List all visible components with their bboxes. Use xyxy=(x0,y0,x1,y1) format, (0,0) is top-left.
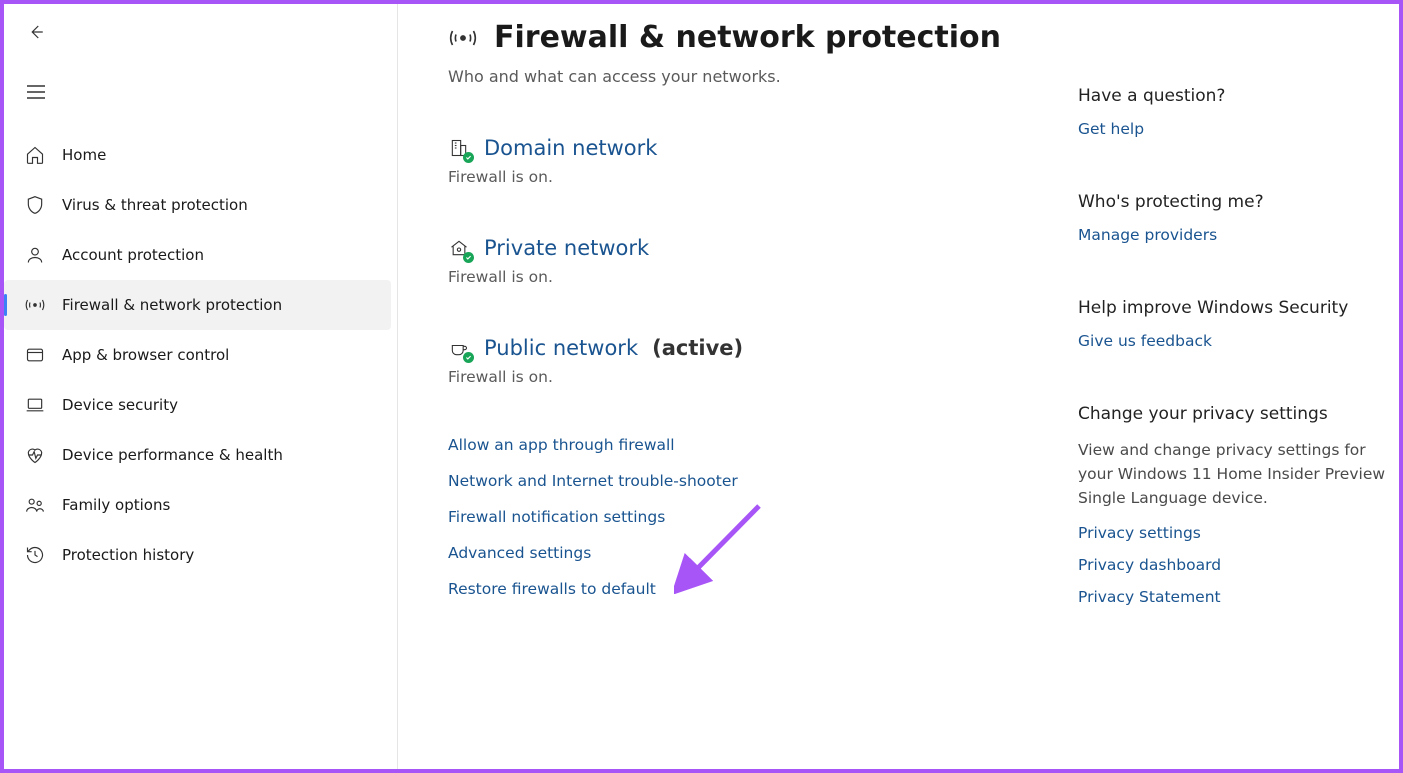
rail-question-title: Have a question? xyxy=(1078,86,1388,106)
main-content: Firewall & network protection Who and wh… xyxy=(448,20,1068,769)
restore-defaults-link[interactable]: Restore firewalls to default xyxy=(448,580,1068,598)
domain-network-link[interactable]: Domain network xyxy=(484,136,657,160)
signal-icon xyxy=(448,23,478,53)
network-domain: Domain network Firewall is on. xyxy=(448,136,1068,186)
action-links: Allow an app through firewall Network an… xyxy=(448,436,1068,598)
people-icon xyxy=(24,494,46,516)
sidebar-item-label: Virus & threat protection xyxy=(62,196,248,214)
domain-network-status: Firewall is on. xyxy=(448,168,1068,186)
public-network-status: Firewall is on. xyxy=(448,368,1068,386)
private-network-link[interactable]: Private network xyxy=(484,236,649,260)
home-icon xyxy=(24,144,46,166)
right-rail: Have a question? Get help Who's protecti… xyxy=(1068,20,1388,769)
sidebar-item-label: Protection history xyxy=(62,546,194,564)
sidebar-item-home[interactable]: Home xyxy=(4,130,391,180)
notification-settings-link[interactable]: Firewall notification settings xyxy=(448,508,1068,526)
page-subtitle: Who and what can access your networks. xyxy=(448,67,1068,86)
public-network-active: (active) xyxy=(652,336,743,360)
rail-privacy-text: View and change privacy settings for you… xyxy=(1078,438,1388,510)
back-button[interactable] xyxy=(16,12,56,52)
get-help-link[interactable]: Get help xyxy=(1078,120,1388,138)
page-title: Firewall & network protection xyxy=(494,20,1001,55)
history-icon xyxy=(24,544,46,566)
sidebar-item-label: Home xyxy=(62,146,106,164)
shield-icon xyxy=(24,194,46,216)
app-icon xyxy=(24,344,46,366)
sidebar-item-device-security[interactable]: Device security xyxy=(4,380,391,430)
manage-providers-link[interactable]: Manage providers xyxy=(1078,226,1388,244)
menu-button[interactable] xyxy=(16,72,56,112)
sidebar-item-label: Account protection xyxy=(62,246,204,264)
house-icon xyxy=(448,237,470,259)
rail-protect-title: Who's protecting me? xyxy=(1078,192,1388,212)
sidebar-item-virus[interactable]: Virus & threat protection xyxy=(4,180,391,230)
sidebar-item-label: Family options xyxy=(62,496,170,514)
sidebar: Home Virus & threat protection Account p… xyxy=(4,4,398,769)
allow-app-link[interactable]: Allow an app through firewall xyxy=(448,436,1068,454)
sidebar-item-family[interactable]: Family options xyxy=(4,480,391,530)
advanced-settings-link[interactable]: Advanced settings xyxy=(448,544,1068,562)
private-network-status: Firewall is on. xyxy=(448,268,1068,286)
rail-improve-title: Help improve Windows Security xyxy=(1078,298,1388,318)
public-network-link[interactable]: Public network xyxy=(484,336,638,360)
building-icon xyxy=(448,137,470,159)
sidebar-item-history[interactable]: Protection history xyxy=(4,530,391,580)
sidebar-item-account[interactable]: Account protection xyxy=(4,230,391,280)
sidebar-item-firewall[interactable]: Firewall & network protection xyxy=(4,280,391,330)
person-icon xyxy=(24,244,46,266)
privacy-statement-link[interactable]: Privacy Statement xyxy=(1078,588,1388,606)
sidebar-item-performance[interactable]: Device performance & health xyxy=(4,430,391,480)
laptop-icon xyxy=(24,394,46,416)
sidebar-item-app-browser[interactable]: App & browser control xyxy=(4,330,391,380)
feedback-link[interactable]: Give us feedback xyxy=(1078,332,1388,350)
troubleshooter-link[interactable]: Network and Internet trouble-shooter xyxy=(448,472,1068,490)
sidebar-item-label: Device performance & health xyxy=(62,446,283,464)
sidebar-item-label: Device security xyxy=(62,396,178,414)
signal-icon xyxy=(24,294,46,316)
coffee-icon xyxy=(448,337,470,359)
network-private: Private network Firewall is on. xyxy=(448,236,1068,286)
privacy-settings-link[interactable]: Privacy settings xyxy=(1078,524,1388,542)
rail-privacy-title: Change your privacy settings xyxy=(1078,404,1388,424)
heart-icon xyxy=(24,444,46,466)
privacy-dashboard-link[interactable]: Privacy dashboard xyxy=(1078,556,1388,574)
network-public: Public network (active) Firewall is on. xyxy=(448,336,1068,386)
sidebar-item-label: Firewall & network protection xyxy=(62,296,282,314)
sidebar-item-label: App & browser control xyxy=(62,346,229,364)
